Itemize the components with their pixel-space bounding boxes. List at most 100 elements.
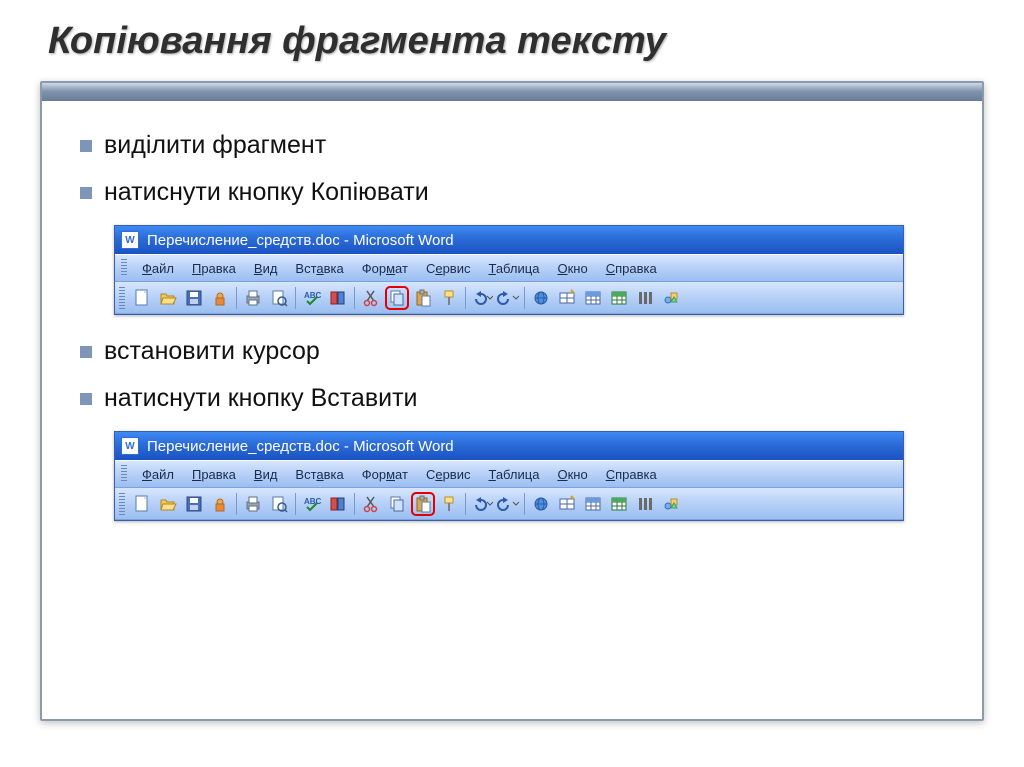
new-doc-button[interactable] (130, 286, 154, 310)
hyperlink-button[interactable] (529, 286, 553, 310)
toolbar-separator (295, 287, 296, 309)
content-panel: виділити фрагмент натиснути кнопку Копію… (40, 81, 984, 721)
save-button[interactable] (182, 286, 206, 310)
menubar-grip (121, 259, 127, 277)
bullet-2: натиснути кнопку Копіювати (80, 178, 944, 207)
toolbar-separator (524, 287, 525, 309)
hyperlink-button[interactable] (529, 492, 553, 516)
tables-borders-button[interactable] (555, 492, 579, 516)
menu-table[interactable]: Таблица (479, 464, 548, 485)
word-toolbar: ABC (115, 282, 903, 314)
menu-tools[interactable]: Сервис (417, 258, 480, 279)
toolbar-separator (465, 493, 466, 515)
insert-excel-button[interactable] (607, 492, 631, 516)
redo-button[interactable] (496, 492, 520, 516)
slide-title: Копіювання фрагмента тексту (48, 20, 984, 63)
permission-button[interactable] (208, 492, 232, 516)
toolbar-separator (236, 493, 237, 515)
bullet-1: виділити фрагмент (80, 131, 944, 160)
menu-file[interactable]: Файл (133, 464, 183, 485)
word-titlebar: W Перечисление_средств.doc - Microsoft W… (115, 226, 903, 254)
copy-button[interactable] (385, 286, 409, 310)
columns-button[interactable] (633, 492, 657, 516)
menu-view[interactable]: Вид (245, 464, 287, 485)
menu-table[interactable]: Таблица (479, 258, 548, 279)
undo-button[interactable] (470, 492, 494, 516)
open-button[interactable] (156, 286, 180, 310)
toolbar-grip (119, 287, 125, 309)
new-doc-button[interactable] (130, 492, 154, 516)
bullet-4: натиснути кнопку Вставити (80, 384, 944, 413)
menubar-grip (121, 465, 127, 483)
cut-button[interactable] (359, 286, 383, 310)
research-button[interactable] (326, 492, 350, 516)
cut-button[interactable] (359, 492, 383, 516)
svg-text:ABC: ABC (304, 291, 321, 300)
menu-help[interactable]: Справка (597, 464, 666, 485)
insert-table-button[interactable] (581, 492, 605, 516)
print-button[interactable] (241, 492, 265, 516)
print-preview-button[interactable] (267, 492, 291, 516)
research-button[interactable] (326, 286, 350, 310)
word-menubar: Файл Правка Вид Вставка Формат Сервис Та… (115, 254, 903, 282)
word-window-paste: W Перечисление_средств.doc - Microsoft W… (114, 431, 904, 521)
menu-format[interactable]: Формат (353, 258, 417, 279)
menu-insert[interactable]: Вставка (286, 464, 352, 485)
menu-edit[interactable]: Правка (183, 464, 245, 485)
bullet-text: натиснути кнопку Вставити (104, 384, 418, 413)
toolbar-separator (524, 493, 525, 515)
word-window-copy: W Перечисление_средств.doc - Microsoft W… (114, 225, 904, 315)
spelling-button[interactable]: ABC (300, 492, 324, 516)
toolbar-separator (465, 287, 466, 309)
word-doc-title: Перечисление_средств.doc - Microsoft Wor… (147, 232, 454, 249)
menu-view[interactable]: Вид (245, 258, 287, 279)
open-button[interactable] (156, 492, 180, 516)
panel-header-bar (42, 83, 982, 101)
print-preview-button[interactable] (267, 286, 291, 310)
format-painter-button[interactable] (437, 492, 461, 516)
menu-tools[interactable]: Сервис (417, 464, 480, 485)
format-painter-button[interactable] (437, 286, 461, 310)
bullet-marker (80, 140, 92, 152)
word-doc-title: Перечисление_средств.doc - Microsoft Wor… (147, 438, 454, 455)
drawing-button[interactable] (659, 286, 683, 310)
print-button[interactable] (241, 286, 265, 310)
bullet-text: натиснути кнопку Копіювати (104, 178, 429, 207)
toolbar-separator (354, 287, 355, 309)
word-app-icon: W (121, 231, 139, 249)
bullet-marker (80, 346, 92, 358)
word-menubar: Файл Правка Вид Вставка Формат Сервис Та… (115, 460, 903, 488)
bullet-marker (80, 393, 92, 405)
word-app-icon: W (121, 437, 139, 455)
bullet-text: виділити фрагмент (104, 131, 326, 160)
word-titlebar: W Перечисление_средств.doc - Microsoft W… (115, 432, 903, 460)
toolbar-separator (295, 493, 296, 515)
menu-file[interactable]: Файл (133, 258, 183, 279)
menu-format[interactable]: Формат (353, 464, 417, 485)
tables-borders-button[interactable] (555, 286, 579, 310)
undo-button[interactable] (470, 286, 494, 310)
menu-window[interactable]: Окно (548, 464, 596, 485)
permission-button[interactable] (208, 286, 232, 310)
svg-text:ABC: ABC (304, 497, 321, 506)
columns-button[interactable] (633, 286, 657, 310)
word-toolbar: ABC (115, 488, 903, 520)
paste-button[interactable] (411, 286, 435, 310)
drawing-button[interactable] (659, 492, 683, 516)
paste-button[interactable] (411, 492, 435, 516)
insert-excel-button[interactable] (607, 286, 631, 310)
menu-edit[interactable]: Правка (183, 258, 245, 279)
copy-button[interactable] (385, 492, 409, 516)
menu-insert[interactable]: Вставка (286, 258, 352, 279)
menu-help[interactable]: Справка (597, 258, 666, 279)
toolbar-grip (119, 493, 125, 515)
spelling-button[interactable]: ABC (300, 286, 324, 310)
insert-table-button[interactable] (581, 286, 605, 310)
menu-window[interactable]: Окно (548, 258, 596, 279)
toolbar-separator (354, 493, 355, 515)
save-button[interactable] (182, 492, 206, 516)
toolbar-separator (236, 287, 237, 309)
bullet-text: встановити курсор (104, 337, 320, 366)
redo-button[interactable] (496, 286, 520, 310)
bullet-3: встановити курсор (80, 337, 944, 366)
